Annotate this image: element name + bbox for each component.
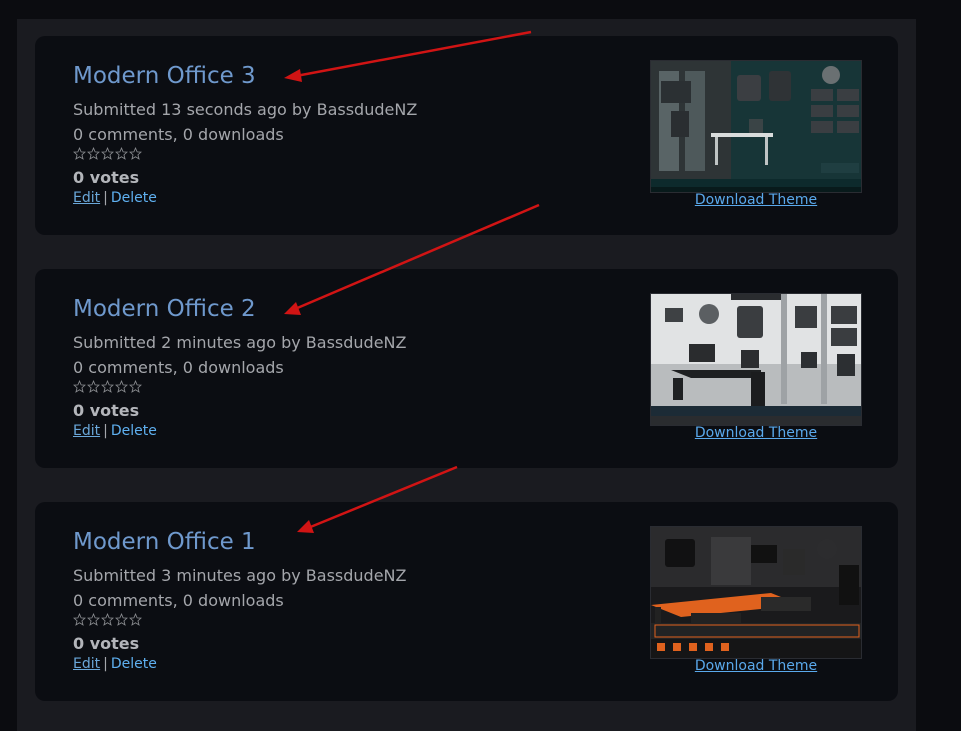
rating-stars[interactable] — [73, 613, 142, 626]
download-theme-link[interactable]: Download Theme — [650, 658, 862, 674]
download-theme-link[interactable]: Download Theme — [650, 425, 862, 441]
download-theme-link[interactable]: Download Theme — [650, 192, 862, 208]
star-outline-icon[interactable] — [101, 613, 114, 626]
rating-stars[interactable] — [73, 380, 142, 393]
right-gutter — [916, 0, 961, 731]
star-outline-icon[interactable] — [87, 380, 100, 393]
star-outline-icon[interactable] — [73, 613, 86, 626]
action-separator: | — [103, 423, 108, 439]
theme-actions: Edit | Delete — [73, 656, 157, 672]
edit-link[interactable]: Edit — [73, 423, 100, 439]
delete-link[interactable]: Delete — [111, 190, 157, 206]
star-outline-icon[interactable] — [115, 380, 128, 393]
theme-submitted-info: Submitted 3 minutes ago by BassdudeNZ — [73, 566, 407, 585]
theme-submitted-info: Submitted 13 seconds ago by BassdudeNZ — [73, 100, 418, 119]
star-outline-icon[interactable] — [101, 147, 114, 160]
theme-card: Modern Office 2 Submitted 2 minutes ago … — [35, 269, 898, 468]
rating-stars[interactable] — [73, 147, 142, 160]
action-separator: | — [103, 656, 108, 672]
vote-count: 0 votes — [73, 634, 140, 653]
edit-link[interactable]: Edit — [73, 656, 100, 672]
edit-link[interactable]: Edit — [73, 190, 100, 206]
theme-actions: Edit | Delete — [73, 190, 157, 206]
theme-title[interactable]: Modern Office 2 — [73, 296, 256, 322]
theme-card: Modern Office 1 Submitted 3 minutes ago … — [35, 502, 898, 701]
star-outline-icon[interactable] — [101, 380, 114, 393]
star-outline-icon[interactable] — [115, 613, 128, 626]
star-outline-icon[interactable] — [87, 147, 100, 160]
theme-card: Modern Office 3 Submitted 13 seconds ago… — [35, 36, 898, 235]
delete-link[interactable]: Delete — [111, 423, 157, 439]
vote-count: 0 votes — [73, 401, 140, 420]
star-outline-icon[interactable] — [115, 147, 128, 160]
star-outline-icon[interactable] — [129, 613, 142, 626]
theme-counts: 0 comments, 0 downloads — [73, 125, 284, 144]
delete-link[interactable]: Delete — [111, 656, 157, 672]
orange-office-desktop-thumbnail-icon[interactable] — [650, 526, 862, 659]
star-outline-icon[interactable] — [73, 147, 86, 160]
teal-office-desktop-thumbnail-icon[interactable] — [650, 60, 862, 193]
theme-title[interactable]: Modern Office 1 — [73, 529, 256, 555]
action-separator: | — [103, 190, 108, 206]
theme-title[interactable]: Modern Office 3 — [73, 63, 256, 89]
white-office-desktop-thumbnail-icon[interactable] — [650, 293, 862, 426]
page: Modern Office 3 Submitted 13 seconds ago… — [0, 0, 961, 731]
star-outline-icon[interactable] — [129, 147, 142, 160]
theme-actions: Edit | Delete — [73, 423, 157, 439]
theme-submitted-info: Submitted 2 minutes ago by BassdudeNZ — [73, 333, 407, 352]
theme-counts: 0 comments, 0 downloads — [73, 358, 284, 377]
vote-count: 0 votes — [73, 168, 140, 187]
star-outline-icon[interactable] — [129, 380, 142, 393]
star-outline-icon[interactable] — [73, 380, 86, 393]
star-outline-icon[interactable] — [87, 613, 100, 626]
theme-counts: 0 comments, 0 downloads — [73, 591, 284, 610]
